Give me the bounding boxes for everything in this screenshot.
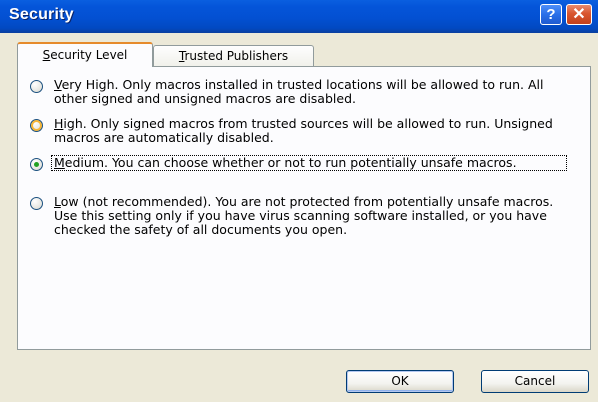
help-icon: ? bbox=[546, 6, 556, 23]
radio-medium[interactable] bbox=[30, 158, 43, 171]
close-icon: ✕ bbox=[572, 6, 586, 23]
radio-high[interactable] bbox=[30, 119, 43, 132]
option-label: High. Only signed macros from trusted so… bbox=[54, 116, 553, 145]
security-dialog: Security ? ✕ Security Level Trusted Publ… bbox=[0, 0, 598, 402]
option-label: Very High. Only macros installed in trus… bbox=[54, 77, 544, 106]
security-level-panel: Very High. Only macros installed in trus… bbox=[17, 66, 591, 350]
option-label: Medium. You can choose whether or not to… bbox=[51, 155, 567, 171]
title-bar[interactable]: Security ? ✕ bbox=[0, 0, 598, 33]
radio-selected-dot bbox=[34, 162, 39, 167]
tab-security-level[interactable]: Security Level bbox=[17, 42, 153, 67]
close-button[interactable]: ✕ bbox=[566, 4, 592, 25]
tab-label: Security Level bbox=[42, 48, 128, 62]
radio-very-high[interactable] bbox=[30, 80, 43, 93]
radio-low[interactable] bbox=[30, 197, 43, 210]
option-label: Low (not recommended). You are not prote… bbox=[54, 194, 554, 237]
cancel-button[interactable]: Cancel bbox=[481, 370, 589, 393]
window-title: Security bbox=[9, 6, 74, 23]
tab-label: Trusted Publishers bbox=[178, 49, 289, 63]
ok-button[interactable]: OK bbox=[346, 370, 454, 393]
tab-trusted-publishers[interactable]: Trusted Publishers bbox=[153, 45, 314, 67]
help-button[interactable]: ? bbox=[540, 4, 562, 25]
